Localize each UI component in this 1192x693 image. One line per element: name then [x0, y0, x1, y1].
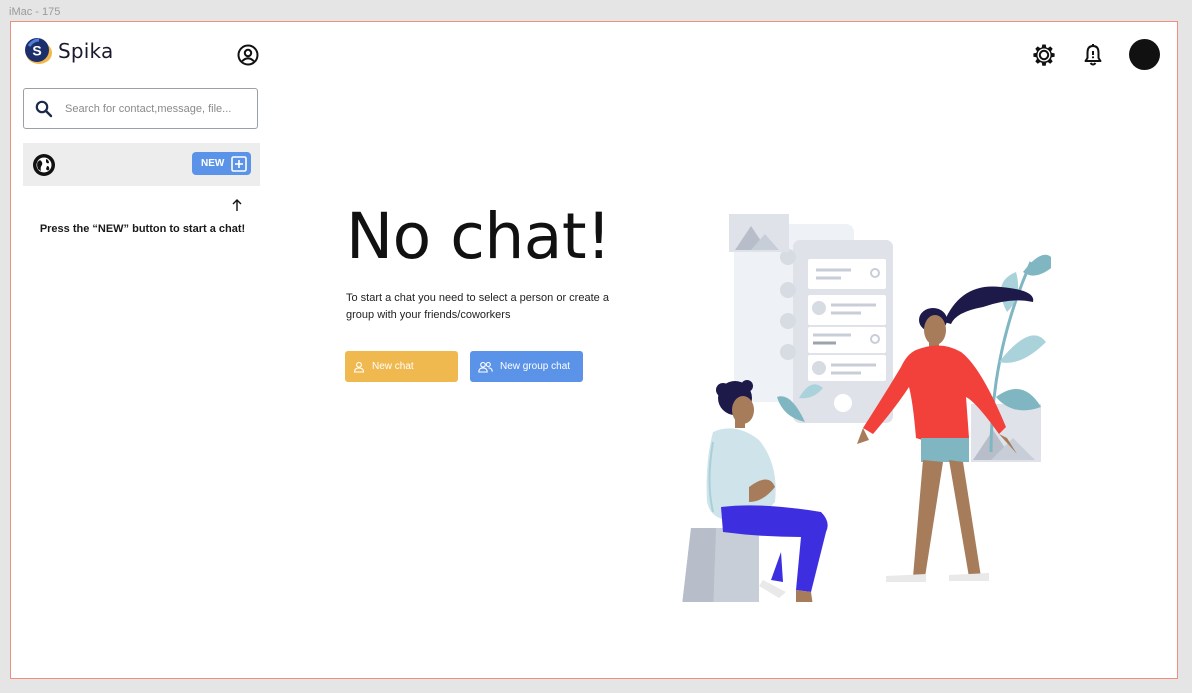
- new-chat-label: New chat: [372, 361, 414, 372]
- profile-icon[interactable]: [237, 44, 259, 66]
- new-button-label: NEW: [201, 158, 225, 169]
- new-group-chat-label: New group chat: [500, 361, 571, 372]
- page-title: No chat!: [346, 200, 611, 273]
- app-name: Spika: [58, 39, 114, 63]
- app-logo[interactable]: S Spika: [23, 36, 113, 66]
- search-icon: [35, 100, 53, 117]
- new-chat-button[interactable]: New chat: [345, 351, 458, 382]
- bell-icon[interactable]: [1082, 43, 1104, 67]
- search-box[interactable]: [23, 88, 258, 129]
- sidebar-toolbar: NEW: [23, 143, 260, 186]
- page-subtitle: To start a chat you need to select a per…: [346, 292, 609, 321]
- people-chatting-illustration: [682, 214, 1051, 602]
- avatar[interactable]: [1129, 39, 1160, 70]
- globe-icon[interactable]: [32, 153, 56, 177]
- new-group-chat-button[interactable]: New group chat: [470, 351, 583, 382]
- empty-state-hint: Press the “NEW” button to start a chat!: [39, 223, 246, 235]
- frame-label: iMac - 175: [9, 6, 61, 18]
- plus-square-icon: [231, 155, 247, 172]
- search-input[interactable]: [63, 101, 247, 116]
- spika-logo-icon: S: [25, 38, 52, 64]
- user-icon: [353, 361, 365, 373]
- gear-icon[interactable]: [1032, 43, 1056, 67]
- svg-text:S: S: [32, 43, 41, 59]
- users-icon: [478, 361, 493, 373]
- new-button[interactable]: NEW: [192, 152, 251, 175]
- app-window: S Spika NEW: [10, 21, 1178, 679]
- arrow-up-icon: [232, 199, 242, 211]
